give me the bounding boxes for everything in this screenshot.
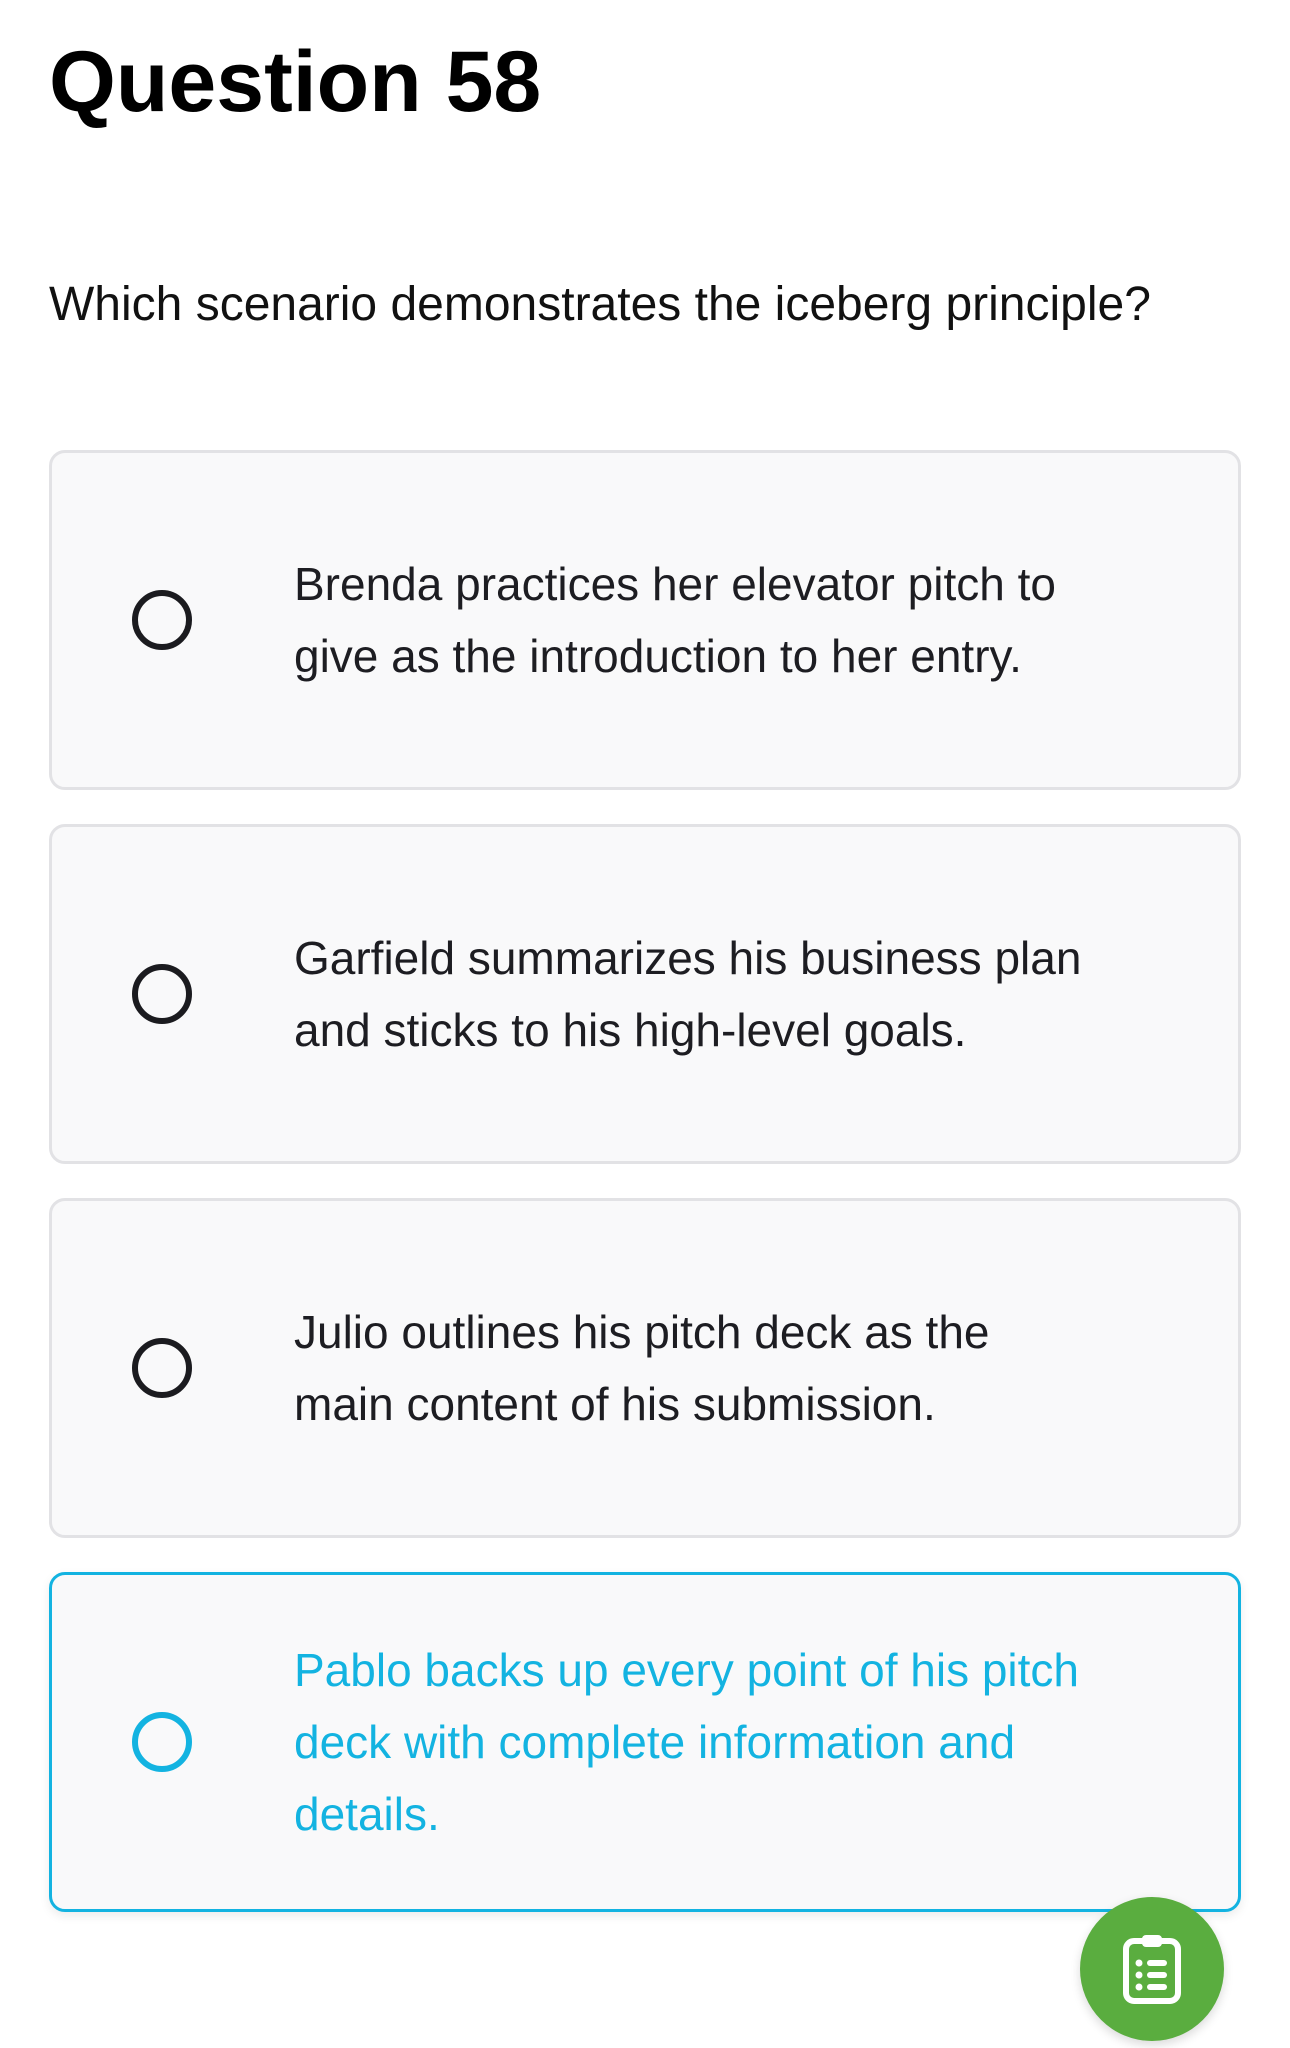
- answer-option-text: Brenda practices her elevator pitch to g…: [294, 558, 1056, 682]
- clipboard-list-icon: [1123, 1935, 1181, 2004]
- question-title: Question 58: [49, 34, 542, 130]
- answer-option-text: Pablo backs up every point of his pitch …: [294, 1644, 1080, 1840]
- radio-button-icon[interactable]: [132, 1338, 192, 1398]
- radio-button-icon[interactable]: [132, 590, 192, 650]
- answer-option-text: Julio outlines his pitch deck as the mai…: [294, 1306, 990, 1430]
- question-prompt: Which scenario demonstrates the iceberg …: [49, 278, 1151, 331]
- answer-option-1[interactable]: Brenda practices her elevator pitch to g…: [49, 450, 1241, 790]
- answer-options: Brenda practices her elevator pitch to g…: [49, 450, 1241, 1946]
- question-page: Question 58 Which scenario demonstrates …: [0, 0, 1290, 2048]
- notes-fab-button[interactable]: [1080, 1897, 1224, 2041]
- answer-option-2[interactable]: Garfield summarizes his business plan an…: [49, 824, 1241, 1164]
- answer-option-text: Garfield summarizes his business plan an…: [294, 932, 1082, 1056]
- answer-option-3[interactable]: Julio outlines his pitch deck as the mai…: [49, 1198, 1241, 1538]
- radio-button-icon[interactable]: [132, 964, 192, 1024]
- answer-option-4[interactable]: Pablo backs up every point of his pitch …: [49, 1572, 1241, 1912]
- radio-button-icon[interactable]: [132, 1712, 192, 1772]
